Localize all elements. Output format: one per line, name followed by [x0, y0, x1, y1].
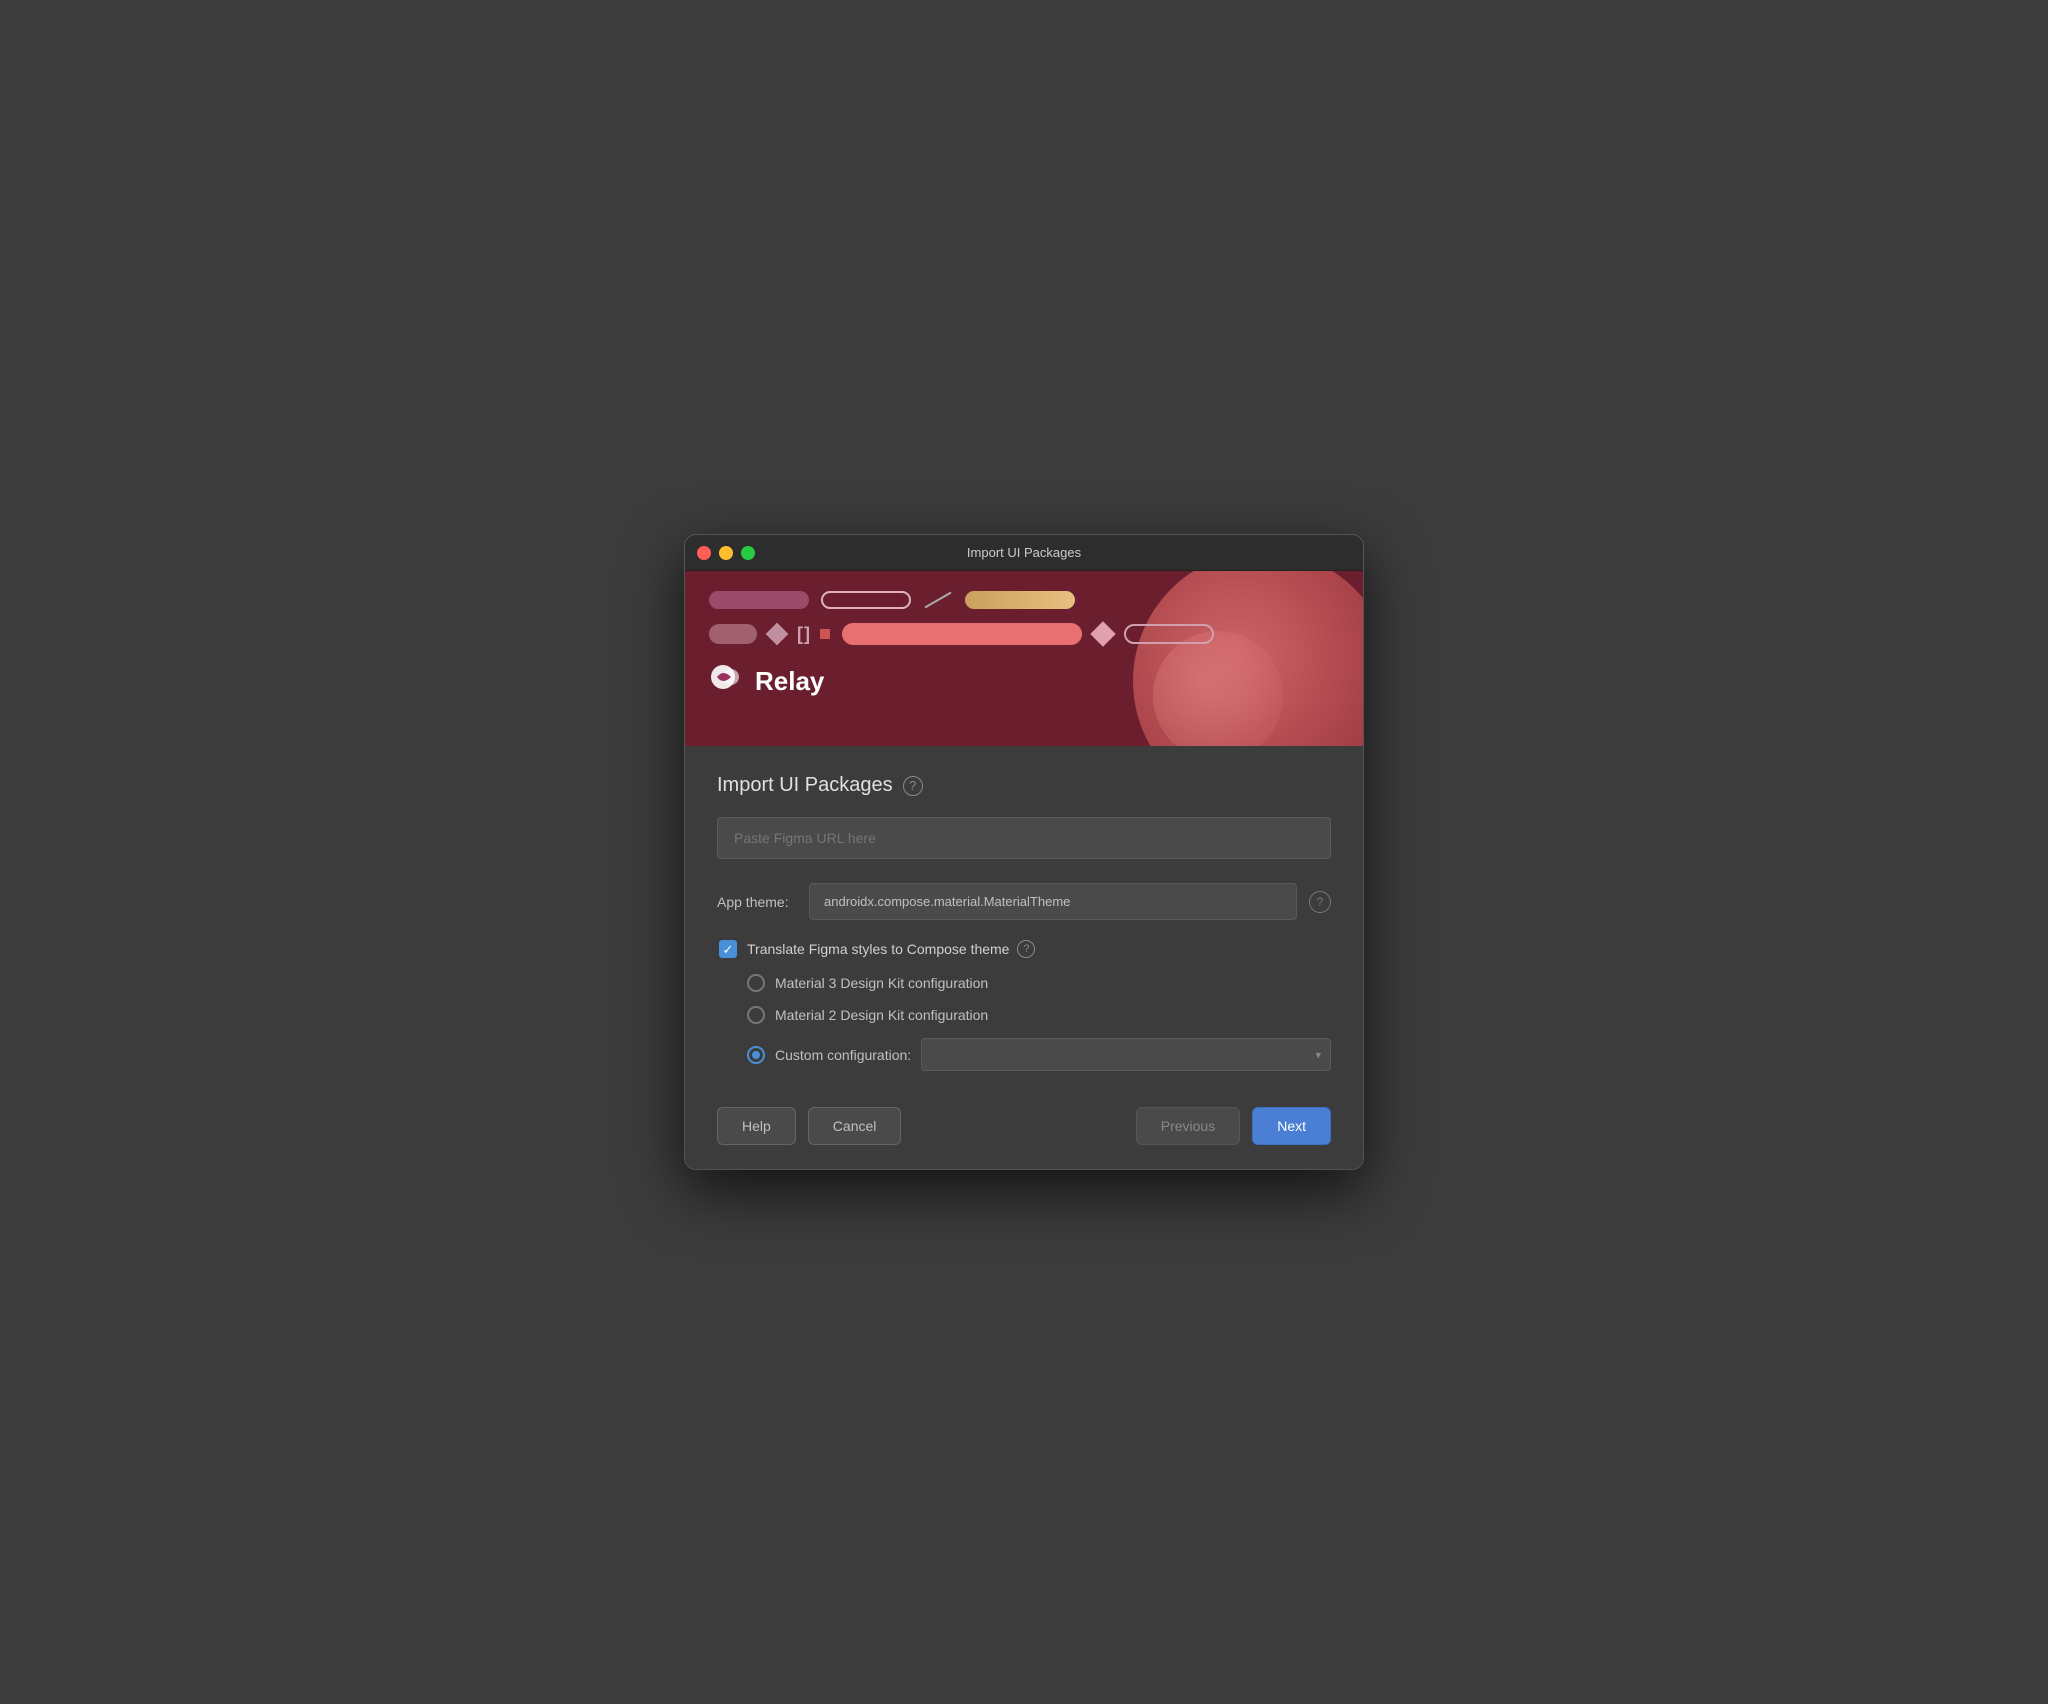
- hero-shapes-row2: [ ]: [709, 623, 1339, 645]
- app-theme-help-icon[interactable]: ?: [1309, 891, 1331, 913]
- app-theme-label: App theme:: [717, 894, 797, 910]
- shape-pill-gradient: [965, 591, 1075, 609]
- url-input-wrapper: [717, 817, 1331, 859]
- app-theme-row: App theme: ?: [717, 883, 1331, 920]
- material2-radio-button[interactable]: [747, 1006, 765, 1024]
- app-theme-input[interactable]: [809, 883, 1297, 920]
- close-button[interactable]: [697, 546, 711, 560]
- figma-url-input[interactable]: [717, 817, 1331, 859]
- shape-line: [925, 592, 952, 609]
- maximize-button[interactable]: [741, 546, 755, 560]
- translate-styles-row: ✓ Translate Figma styles to Compose them…: [717, 940, 1331, 958]
- main-content: Import UI Packages ? App theme: ? ✓ Tran…: [685, 746, 1363, 1091]
- relay-logo-text: Relay: [755, 666, 824, 697]
- bottom-right-buttons: Previous Next: [1136, 1107, 1331, 1145]
- translate-styles-label: Translate Figma styles to Compose theme …: [747, 940, 1035, 958]
- shape-diamond-1: [766, 623, 789, 646]
- shape-pill-salmon: [842, 623, 1082, 645]
- material2-radio-label: Material 2 Design Kit configuration: [775, 1007, 988, 1023]
- minimize-button[interactable]: [719, 546, 733, 560]
- page-title: Import UI Packages: [717, 774, 893, 797]
- main-window: Import UI Packages [ ]: [684, 534, 1364, 1170]
- bottom-bar: Help Cancel Previous Next: [685, 1091, 1363, 1169]
- material3-radio-button[interactable]: [747, 974, 765, 992]
- hero-banner: [ ] Relay: [685, 571, 1363, 746]
- window-controls: [697, 546, 755, 560]
- material2-radio-row: Material 2 Design Kit configuration: [747, 1006, 1331, 1024]
- relay-logo: Relay: [709, 663, 1339, 699]
- shape-pill-1: [709, 591, 809, 609]
- shape-pill-outline-1: [821, 591, 911, 609]
- shape-pill-outline-2: [1124, 624, 1214, 644]
- material3-radio-label: Material 3 Design Kit configuration: [775, 975, 988, 991]
- window-title: Import UI Packages: [967, 545, 1081, 560]
- hero-shapes-row1: [709, 591, 1339, 609]
- translate-styles-checkbox[interactable]: ✓: [719, 940, 737, 958]
- help-button[interactable]: Help: [717, 1107, 796, 1145]
- material3-radio-row: Material 3 Design Kit configuration: [747, 974, 1331, 992]
- shape-square: [820, 629, 830, 639]
- checkbox-help-icon[interactable]: ?: [1017, 940, 1035, 958]
- titlebar: Import UI Packages: [685, 535, 1363, 571]
- section-title-row: Import UI Packages ?: [717, 774, 1331, 797]
- bottom-left-buttons: Help Cancel: [717, 1107, 901, 1145]
- custom-config-input[interactable]: [921, 1038, 1331, 1071]
- shape-bracket: [ ]: [797, 624, 808, 645]
- next-button[interactable]: Next: [1252, 1107, 1331, 1145]
- custom-radio-button[interactable]: [747, 1046, 765, 1064]
- custom-radio-label: Custom configuration:: [775, 1047, 911, 1063]
- shape-pill-short: [709, 624, 757, 644]
- checkmark-icon: ✓: [723, 943, 734, 956]
- shape-diamond-2: [1090, 621, 1115, 646]
- custom-radio-inner: [752, 1051, 760, 1059]
- previous-button[interactable]: Previous: [1136, 1107, 1240, 1145]
- title-help-icon[interactable]: ?: [903, 776, 923, 796]
- custom-config-radio-row: Custom configuration: ▾: [747, 1038, 1331, 1071]
- cancel-button[interactable]: Cancel: [808, 1107, 902, 1145]
- custom-config-input-wrapper: ▾: [921, 1038, 1331, 1071]
- design-kit-radio-group: Material 3 Design Kit configuration Mate…: [717, 974, 1331, 1071]
- relay-logo-icon: [709, 663, 745, 699]
